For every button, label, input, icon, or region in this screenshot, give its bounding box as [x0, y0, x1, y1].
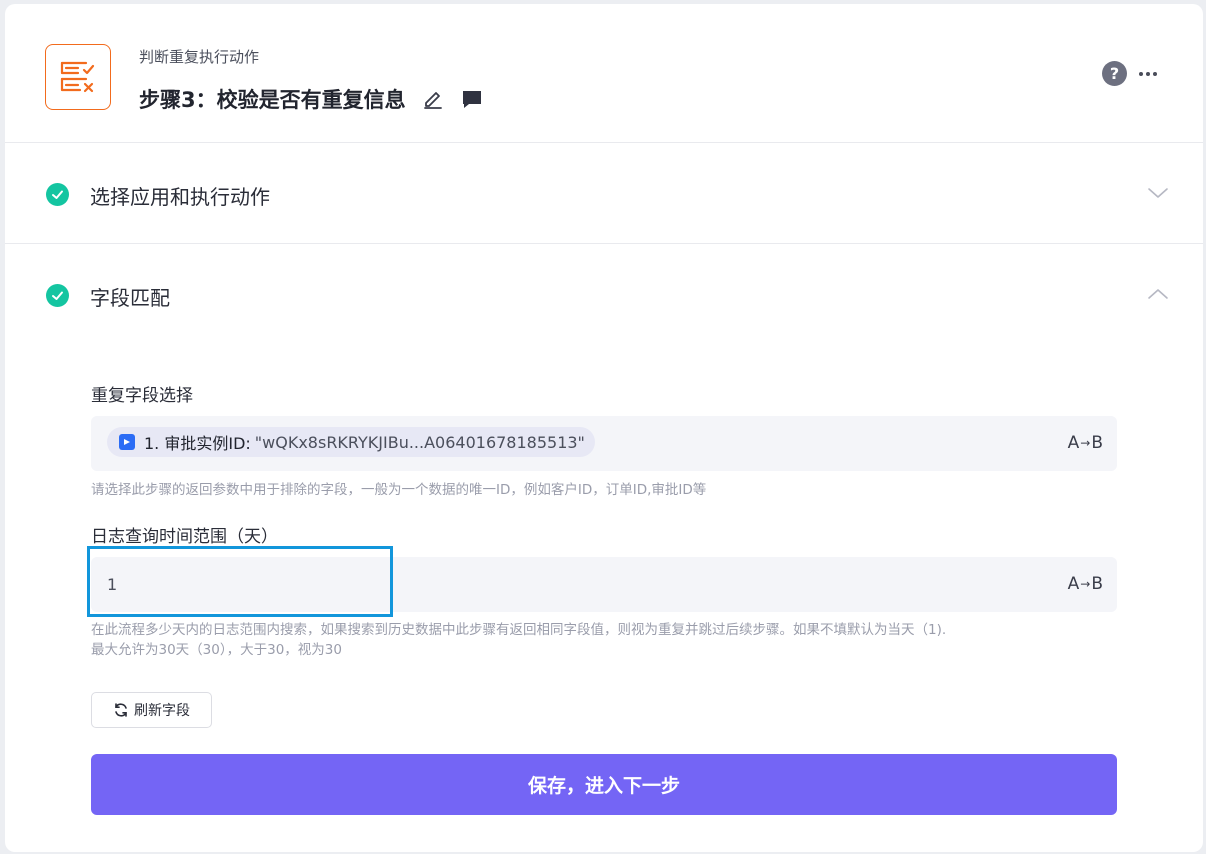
- refresh-fields-button[interactable]: 刷新字段: [91, 692, 212, 728]
- section-field-mapping[interactable]: 字段匹配: [5, 244, 1203, 345]
- check-circle-icon: [46, 183, 69, 206]
- mode-label-b: B: [1091, 433, 1103, 453]
- save-next-button[interactable]: 保存，进入下一步: [91, 754, 1117, 815]
- mode-label-a: A: [1067, 433, 1080, 453]
- check-circle-icon: [46, 284, 69, 307]
- section-label: 选择应用和执行动作: [90, 185, 270, 209]
- field-tag[interactable]: 1. 审批实例ID: "wQKx8sRKRYKJIBu...A064016781…: [107, 427, 595, 457]
- chevron-up-icon[interactable]: [1147, 286, 1169, 305]
- chevron-down-icon[interactable]: [1147, 185, 1169, 204]
- comment-icon[interactable]: [460, 88, 484, 110]
- duplicate-field-label: 重复字段选择: [91, 386, 193, 406]
- log-range-input[interactable]: [91, 557, 391, 612]
- log-range-hint-line2: 最大允许为30天（30），大于30，视为30: [91, 642, 342, 658]
- a-to-b-icon[interactable]: A → B: [1068, 574, 1103, 594]
- step-title: 步骤3：校验是否有重复信息: [139, 84, 484, 114]
- mode-arrow: →: [1080, 577, 1091, 591]
- mode-label-a: A: [1067, 574, 1080, 594]
- log-range-field[interactable]: A → B: [91, 557, 1117, 612]
- mode-label-b: B: [1091, 574, 1103, 594]
- step-config-card: 判断重复执行动作 步骤3：校验是否有重复信息 ? 选择应用和执行动作 字段匹配 …: [5, 4, 1203, 852]
- a-to-b-icon[interactable]: A → B: [1068, 433, 1103, 453]
- log-range-hint-line1: 在此流程多少天内的日志范围内搜索，如果搜索到历史数据中此步骤有返回相同字段值，则…: [91, 622, 947, 638]
- pencil-icon[interactable]: [422, 88, 444, 110]
- field-tag-value: "wQKx8sRKRYKJIBu...A06401678185513": [254, 432, 585, 452]
- field-tag-label: 1. 审批实例ID:: [144, 434, 251, 453]
- duplicate-field-hint: 请选择此步骤的返回参数中用于排除的字段，一般为一个数据的唯一ID，例如客户ID，…: [91, 482, 707, 498]
- mode-arrow: →: [1080, 436, 1091, 450]
- section-label: 字段匹配: [90, 286, 170, 310]
- app-logo-icon: [119, 434, 135, 450]
- duplicate-field-input[interactable]: 1. 审批实例ID: "wQKx8sRKRYKJIBu...A064016781…: [91, 416, 1117, 471]
- help-icon[interactable]: ?: [1102, 61, 1127, 86]
- refresh-icon: [115, 703, 127, 717]
- log-range-label: 日志查询时间范围（天）: [91, 527, 278, 547]
- step-title-text: 步骤3：校验是否有重复信息: [139, 88, 406, 112]
- refresh-label: 刷新字段: [134, 703, 190, 719]
- more-dots-icon[interactable]: [1139, 61, 1157, 86]
- checklist-x-icon: [45, 44, 111, 110]
- step-header: 判断重复执行动作 步骤3：校验是否有重复信息 ?: [5, 4, 1203, 143]
- section-select-app[interactable]: 选择应用和执行动作: [5, 143, 1203, 244]
- step-app-name: 判断重复执行动作: [139, 48, 260, 66]
